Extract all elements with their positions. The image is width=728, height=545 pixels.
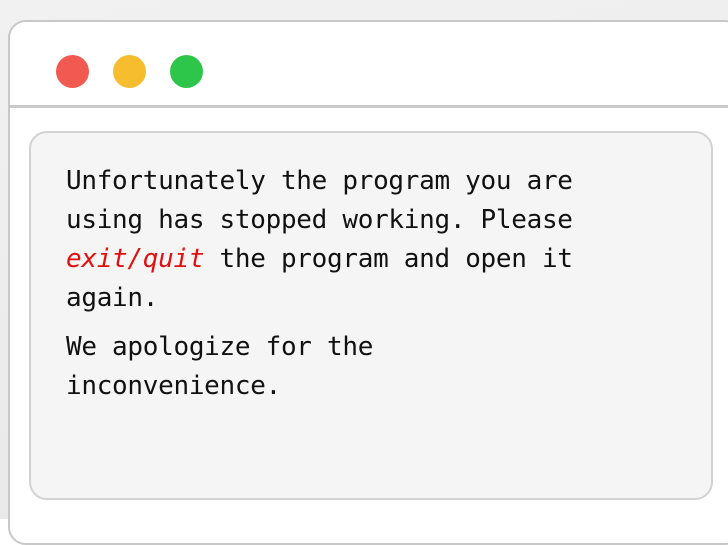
maximize-button[interactable] <box>170 55 203 88</box>
error-paragraph: Unfortunately the program you are using … <box>66 162 696 318</box>
exit-quit-emphasis: exit/quit <box>66 244 205 274</box>
message-line: using has stopped working. Please <box>66 205 573 235</box>
message-line: again. <box>66 283 159 313</box>
message-panel: Unfortunately the program you are using … <box>29 131 713 500</box>
message-line: Unfortunately the program you are <box>66 166 573 196</box>
error-window: Unfortunately the program you are using … <box>8 20 728 545</box>
minimize-button[interactable] <box>113 55 146 88</box>
message-line-rest: the program and open it <box>204 244 573 274</box>
window-titlebar <box>10 22 728 108</box>
close-button[interactable] <box>56 55 89 88</box>
error-message: Unfortunately the program you are using … <box>66 162 696 416</box>
apology-line: We apologize for the <box>66 332 374 362</box>
apology-line: inconvenience. <box>66 371 281 401</box>
message-line: exit/quit the program and open it <box>66 240 696 279</box>
apology-paragraph: We apologize for the inconvenience. <box>66 328 696 406</box>
